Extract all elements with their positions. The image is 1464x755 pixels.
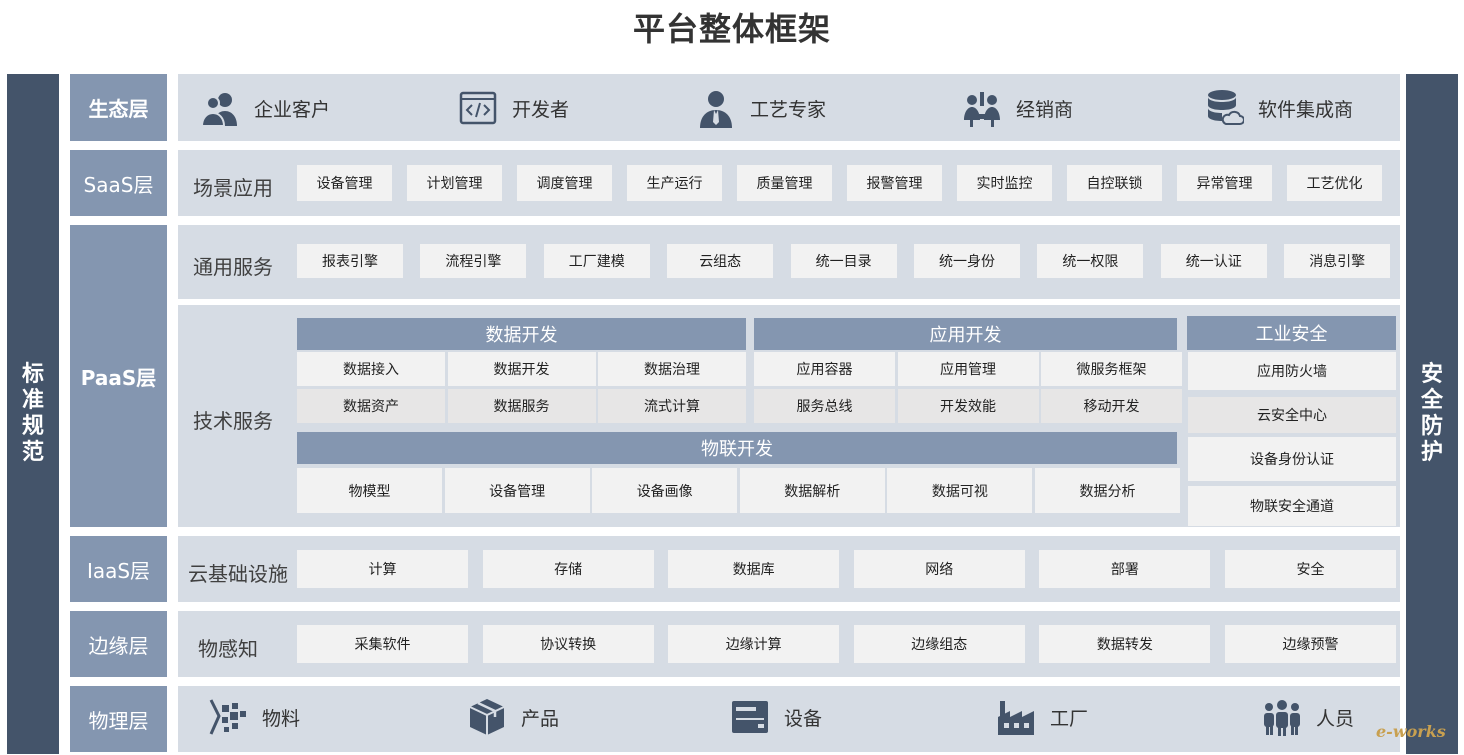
paas-tech-sub-label: 技术服务 [193, 409, 273, 433]
app-dev-box: 微服务框架 [1041, 352, 1182, 386]
security-box: 云安全中心 [1188, 397, 1396, 433]
eco-item-developer: 开发者 [458, 88, 569, 128]
app-dev-box: 应用容器 [754, 352, 895, 386]
code-icon [459, 91, 497, 125]
saas-app-box: 计划管理 [407, 165, 502, 201]
phys-item-device: 设备 [730, 697, 822, 737]
iaas-box: 网络 [853, 550, 1025, 588]
eco-item-integrator: 软件集成商 [1204, 88, 1353, 128]
data-dev-box: 数据资产 [297, 389, 445, 423]
layer-label-paas: PaaS层 [70, 225, 167, 527]
phys-item-people: 人员 [1262, 697, 1354, 737]
watermark-logo: e-works [1376, 722, 1446, 741]
eco-item-dealer: 经销商 [962, 88, 1073, 128]
phys-item-product: 产品 [467, 697, 559, 737]
saas-app-box: 调度管理 [517, 165, 612, 201]
saas-app-box: 报警管理 [847, 165, 942, 201]
layer-label-saas: SaaS层 [70, 150, 167, 216]
iaas-sub-label: 云基础设施 [188, 562, 288, 586]
saas-app-box: 自控联锁 [1067, 165, 1162, 201]
security-box: 设备身份认证 [1188, 437, 1396, 481]
common-service-box: 统一认证 [1160, 244, 1267, 278]
common-service-box: 统一身份 [914, 244, 1020, 278]
expert-icon [700, 91, 732, 128]
saas-app-box: 设备管理 [297, 165, 392, 201]
layer-label-edge: 边缘层 [70, 611, 167, 677]
iot-dev-header: 物联开发 [297, 432, 1177, 464]
data-dev-box: 流式计算 [598, 389, 746, 423]
database-cloud-icon [1208, 90, 1244, 125]
saas-app-box: 异常管理 [1177, 165, 1272, 201]
edge-box: 协议转换 [482, 625, 654, 663]
edge-box: 边缘计算 [668, 625, 840, 663]
data-dev-box: 数据接入 [297, 352, 445, 386]
security-box: 应用防火墙 [1188, 352, 1396, 390]
security-sidebar: 安全防护 [1406, 74, 1458, 754]
iot-dev-box: 数据解析 [739, 468, 885, 513]
paas-common-sub-label: 通用服务 [193, 255, 273, 279]
data-dev-box: 数据开发 [447, 352, 596, 386]
edge-box: 采集软件 [297, 625, 468, 663]
people-icon [1264, 700, 1300, 736]
common-service-box: 统一目录 [790, 244, 897, 278]
common-service-box: 云组态 [667, 244, 774, 278]
box-icon [469, 699, 505, 735]
layer-label-phys: 物理层 [70, 686, 167, 752]
app-dev-header: 应用开发 [754, 318, 1177, 350]
layer-label-eco: 生态层 [70, 74, 167, 141]
saas-app-box: 实时监控 [957, 165, 1052, 201]
app-dev-box: 服务总线 [754, 389, 895, 423]
common-service-box: 报表引擎 [297, 244, 403, 278]
dealer-icon [964, 92, 1000, 127]
iot-dev-box: 数据分析 [1035, 468, 1180, 513]
edge-box: 边缘组态 [853, 625, 1025, 663]
iot-dev-box: 设备画像 [592, 468, 738, 513]
iaas-box: 存储 [482, 550, 654, 588]
edge-sub-label: 物感知 [198, 637, 258, 661]
data-dev-box: 数据服务 [447, 389, 596, 423]
iot-dev-box: 数据可视 [887, 468, 1033, 513]
security-box: 物联安全通道 [1188, 486, 1396, 526]
page-title: 平台整体框架 [632, 10, 831, 48]
iaas-box: 数据库 [668, 550, 840, 588]
app-dev-box: 开发效能 [897, 389, 1039, 423]
data-dev-header: 数据开发 [297, 318, 746, 350]
iot-dev-box: 设备管理 [444, 468, 590, 513]
eco-item-enterprise: 企业客户 [200, 88, 330, 128]
data-dev-box: 数据治理 [598, 352, 746, 386]
iot-dev-box: 物模型 [297, 468, 442, 513]
app-dev-box: 移动开发 [1041, 389, 1182, 423]
device-icon [732, 701, 768, 733]
factory-icon [998, 701, 1034, 735]
saas-sub-label: 场景应用 [193, 176, 273, 200]
eco-item-expert: 工艺专家 [696, 88, 826, 128]
users-icon [200, 93, 237, 127]
material-icon [209, 699, 246, 735]
common-service-box: 工厂建模 [543, 244, 650, 278]
layer-label-iaas: IaaS层 [70, 536, 167, 602]
common-service-box: 流程引擎 [420, 244, 527, 278]
edge-box: 数据转发 [1039, 625, 1211, 663]
saas-app-box: 生产运行 [627, 165, 722, 201]
common-service-box: 消息引擎 [1284, 244, 1391, 278]
iaas-box: 计算 [297, 550, 468, 588]
saas-app-box: 质量管理 [737, 165, 832, 201]
edge-box: 边缘预警 [1225, 625, 1396, 663]
saas-app-box: 工艺优化 [1287, 165, 1382, 201]
iaas-box: 安全 [1225, 550, 1396, 588]
phys-item-material: 物料 [208, 697, 300, 737]
app-dev-box: 应用管理 [897, 352, 1039, 386]
iaas-box: 部署 [1039, 550, 1211, 588]
phys-item-factory: 工厂 [996, 697, 1088, 737]
industrial-security-header: 工业安全 [1187, 316, 1396, 350]
standards-sidebar: 标准规范 [7, 74, 59, 754]
common-service-box: 统一权限 [1037, 244, 1144, 278]
